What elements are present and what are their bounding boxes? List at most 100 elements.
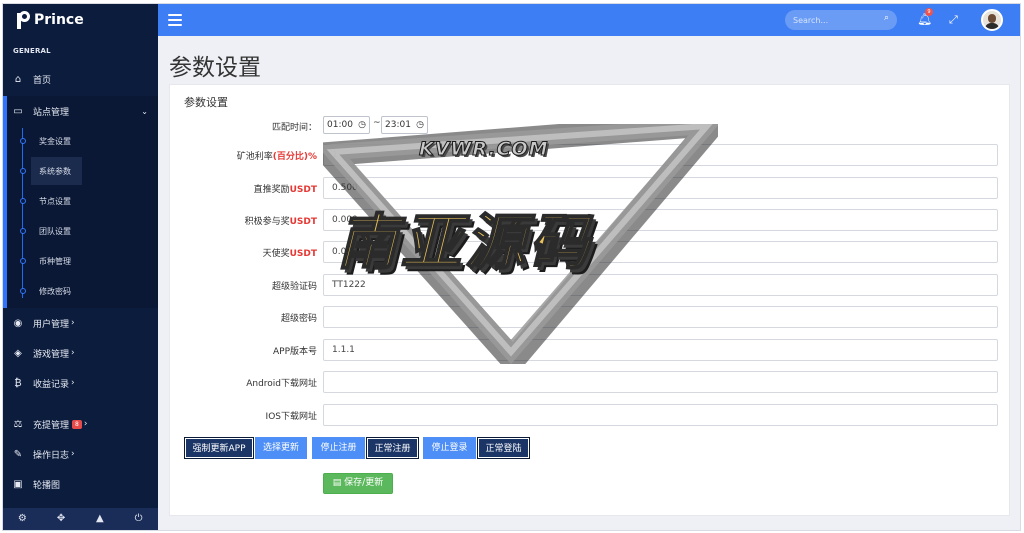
bitcoin-icon: ₿ <box>14 377 22 389</box>
sidebar-footer: ⚙ ✥ ▲ ⏻ <box>3 508 158 530</box>
participation-reward-input[interactable] <box>323 209 998 231</box>
sidebar-subitem-team[interactable]: 团队设置 <box>3 216 158 246</box>
pool-rate-input[interactable] <box>323 144 998 166</box>
save-button[interactable]: ▤ 保存/更新 <box>323 473 393 494</box>
sidebar-item-users[interactable]: ◉ 用户管理 › <box>3 308 158 338</box>
field-label: IOS下载网址 <box>265 412 317 422</box>
form-row-super-password: 超级密码 <box>170 306 1011 328</box>
sidebar-subitem-password[interactable]: 修改密码 <box>3 276 158 306</box>
count-badge: 8 <box>72 419 82 429</box>
force-update-button[interactable]: 强制更新APP <box>184 437 254 459</box>
avatar[interactable] <box>981 9 1003 31</box>
brand[interactable]: Prince <box>3 4 158 36</box>
form-row-angel-reward: 天使奖USDT <box>170 241 1011 263</box>
android-url-input[interactable] <box>323 371 998 393</box>
clock-icon: ◷ <box>416 120 424 130</box>
search-icon[interactable]: ⌕ <box>884 13 889 23</box>
bullet-icon <box>20 168 26 174</box>
bullet-icon <box>20 288 26 294</box>
chevron-right-icon: › <box>71 348 75 358</box>
sidebar-subitem-system-params[interactable]: 系统参数 <box>3 156 158 186</box>
time-separator: ~ <box>373 118 381 128</box>
app-version-input[interactable] <box>323 339 998 361</box>
sidebar-subitem-label: 修改密码 <box>39 286 71 296</box>
sidebar-item-games[interactable]: ◈ 游戏管理 › <box>3 338 158 368</box>
home-icon: ⌂ <box>14 73 22 85</box>
brand-name: Prince <box>34 12 84 28</box>
chevron-right-icon: › <box>83 419 88 429</box>
ios-url-input[interactable] <box>323 404 998 426</box>
chevron-right-icon: › <box>71 378 75 388</box>
brand-logo-icon <box>17 11 30 29</box>
sidebar-item-deposit-withdraw[interactable]: ⚖ 充提管理 8 › <box>3 409 158 439</box>
form-row-super-code: 超级验证码 <box>170 274 1011 296</box>
form-row-app-version: APP版本号 <box>170 339 1011 361</box>
sidebar-item-earnings[interactable]: ₿ 收益记录 › <box>3 368 158 398</box>
sidebar-subitem-nodes[interactable]: 节点设置 <box>3 186 158 216</box>
sidebar-subitem-label: 奖金设置 <box>39 136 71 146</box>
field-label: 超级密码 <box>280 314 317 324</box>
search-input[interactable] <box>793 13 873 27</box>
bullet-icon <box>20 258 26 264</box>
normal-login-button[interactable]: 正常登陆 <box>477 437 530 459</box>
stop-login-button[interactable]: 停止登录 <box>423 437 476 459</box>
form-row-android-url: Android下载网址 <box>170 371 1011 393</box>
save-label: 保存/更新 <box>344 478 384 488</box>
bell-icon[interactable]: 🔔︎ 9 <box>917 8 933 26</box>
sidebar-subitem-currency[interactable]: 币种管理 <box>3 246 158 276</box>
form-row-pool-rate: 矿池利率(百分比)% <box>170 144 1011 166</box>
sidebar-item-site-management[interactable]: ▭ 站点管理 ⌄ <box>3 96 158 126</box>
sidebar-subitem-label: 团队设置 <box>39 226 71 236</box>
sidebar-subitem-bonus[interactable]: 奖金设置 <box>3 126 158 156</box>
start-time-input[interactable]: 01:00 ◷ <box>323 116 370 134</box>
sidebar-item-label: 收益记录 <box>33 379 70 390</box>
notification-badge: 9 <box>925 8 933 16</box>
form-row-match-time: 匹配时间： 01:00 ◷ ~ 23:01 ◷ <box>170 116 1011 138</box>
fullscreen-icon[interactable]: ⤢ <box>949 13 958 27</box>
form-row-participation-reward: 积极参与奖USDT <box>170 209 1011 231</box>
field-label: 超级验证码 <box>271 282 317 292</box>
cube-icon: ◈ <box>14 347 22 359</box>
field-label: APP版本号 <box>272 347 317 357</box>
gear-icon[interactable]: ⚙ <box>3 508 42 530</box>
sidebar-item-logs[interactable]: ✎ 操作日志 › <box>3 439 158 469</box>
sidebar-item-label: 轮播图 <box>33 480 61 491</box>
super-code-input[interactable] <box>323 274 998 296</box>
optional-update-button[interactable]: 选择更新 <box>255 437 307 459</box>
form-row-direct-reward: 直推奖励USDT <box>170 177 1011 199</box>
sidebar-item-label: 用户管理 <box>33 319 70 330</box>
page-title: 参数设置 <box>169 55 261 81</box>
topbar: ⌕ 🔔︎ 9 ⤢ <box>158 4 1020 36</box>
menu-icon[interactable] <box>168 14 182 26</box>
sidebar-item-label: 游戏管理 <box>33 349 70 360</box>
field-label: 天使奖USDT <box>262 249 317 259</box>
settings-card: 参数设置 匹配时间： 01:00 ◷ ~ 23:01 ◷ 矿池利率(百分比)% … <box>169 84 1010 516</box>
power-icon[interactable]: ⏻ <box>119 508 158 530</box>
chevron-right-icon: › <box>71 318 75 328</box>
expand-icon[interactable]: ✥ <box>42 508 81 530</box>
end-time-input[interactable]: 23:01 ◷ <box>381 116 428 134</box>
field-label: 积极参与奖USDT <box>244 217 317 227</box>
nav-heading: GENERAL <box>13 47 51 55</box>
stop-register-button[interactable]: 停止注册 <box>312 437 365 459</box>
sidebar-item-home[interactable]: ⌂ 首页 <box>3 64 158 94</box>
sidebar-item-carousel[interactable]: ▣ 轮播图 <box>3 469 158 499</box>
sidebar: Prince GENERAL ⌂ 首页 ▭ 站点管理 ⌄ 奖金设置 系统参数 节… <box>3 4 158 530</box>
form-row-ios-url: IOS下载网址 <box>170 404 1011 426</box>
super-password-input[interactable] <box>323 306 998 328</box>
normal-register-button[interactable]: 正常注册 <box>366 437 419 459</box>
bullet-icon <box>20 198 26 204</box>
clock-icon: ◷ <box>358 120 366 130</box>
direct-reward-input[interactable] <box>323 177 998 199</box>
sidebar-item-label: 站点管理 <box>33 107 70 118</box>
field-label: 直推奖励USDT <box>253 185 317 195</box>
lock-icon[interactable]: ▲ <box>81 508 120 530</box>
chevron-right-icon: › <box>71 449 75 459</box>
search-box: ⌕ <box>785 10 897 30</box>
sidebar-subitem-label: 系统参数 <box>39 166 71 176</box>
sidebar-subitem-label: 节点设置 <box>39 196 71 206</box>
angel-reward-input[interactable] <box>323 241 998 263</box>
image-icon: ▣ <box>13 478 23 490</box>
monitor-icon: ▭ <box>13 105 23 117</box>
user-circle-icon: ◉ <box>13 317 23 329</box>
